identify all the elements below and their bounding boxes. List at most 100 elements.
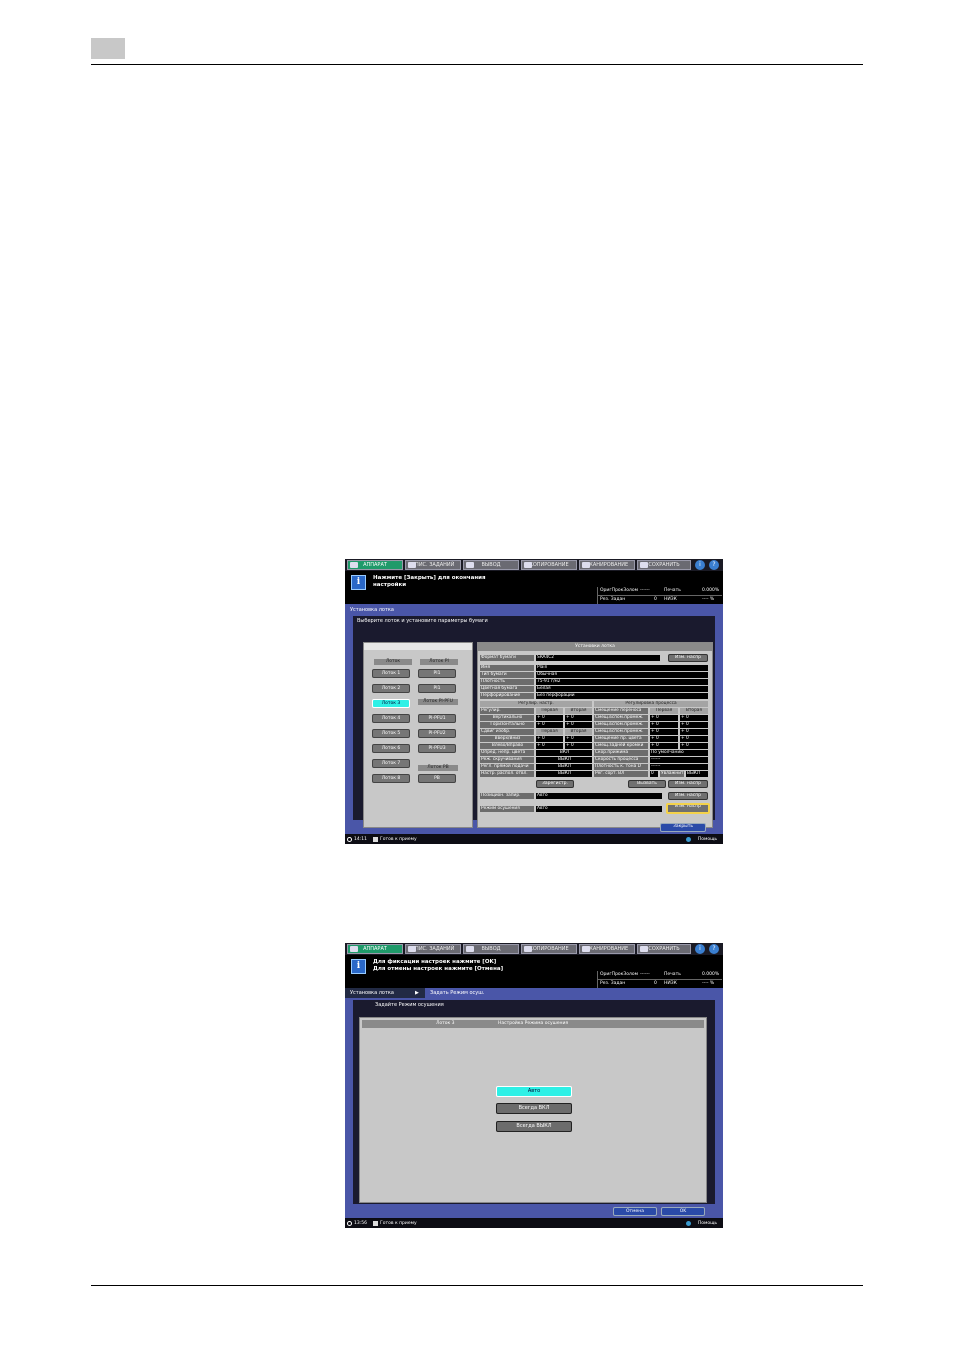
- tab-output[interactable]: ВЫВОД: [463, 560, 519, 570]
- chapter-marker: [91, 38, 125, 59]
- clock-icon: [347, 1221, 352, 1226]
- tray-selection-panel: Лоток Лоток PI Лоток 1 Лоток 2 Лоток 3 Л…: [363, 642, 473, 828]
- registration-row: Горизонтально + 0 + 0: [480, 722, 592, 728]
- copy-icon: [524, 562, 532, 568]
- info-icon: i: [351, 959, 366, 974]
- status-bar: 14:11 Готов к приему Помощь: [345, 835, 723, 844]
- drying-always-off-option[interactable]: Всегда ВЫКЛ: [496, 1121, 572, 1132]
- counter-row: ОригПрокЗолом ------ Печать 0.000%: [598, 971, 722, 980]
- tab-store[interactable]: СОХРАНИТЬ: [637, 560, 691, 570]
- tray-panel-header: [364, 643, 472, 650]
- message-area: i Нажмите [Закрыть] для окончания настро…: [345, 571, 723, 615]
- lock-position-row: Позицион. запир. Авто: [480, 793, 664, 799]
- option-row: Регл. прямой подачи ВЫКЛ: [480, 764, 592, 770]
- field-row: Цветная бумага Белая: [480, 686, 708, 692]
- change-process-button[interactable]: Изм. наспр: [668, 780, 708, 788]
- tab-store[interactable]: СОХРАНИТЬ: [637, 944, 691, 954]
- close-button[interactable]: Закрыть: [660, 823, 706, 832]
- tray-7-button[interactable]: Лоток 7: [372, 759, 410, 768]
- footer-rule: [91, 1285, 863, 1286]
- tray-6-button[interactable]: Лоток 6: [372, 744, 410, 753]
- tab-scan[interactable]: СКАНИРОВАНИЕ: [579, 944, 635, 954]
- change-paper-size-button[interactable]: Изм. наспр: [668, 654, 708, 662]
- tray-5-button[interactable]: Лоток 5: [372, 729, 410, 738]
- tab-copy[interactable]: КОПИРОВАНИЕ: [521, 560, 577, 570]
- list-icon: [408, 562, 416, 568]
- instruction-text: Задайте Режим осушения: [375, 1002, 444, 1008]
- tab-output[interactable]: ВЫВОД: [463, 944, 519, 954]
- list-icon: [408, 946, 416, 952]
- drying-mode-row: Режим осушения Авто: [480, 806, 664, 812]
- pi-pfu1-button[interactable]: PI-PFU1: [418, 714, 456, 723]
- field-row: Тип бумаги Обычная: [480, 672, 708, 678]
- status-bar: 13:56 Готов к приему Помощь: [345, 1219, 723, 1228]
- screenshot-tray-setup: АППАРАТ СПИС. ЗАДАНИЙ ВЫВОД КОПИРОВАНИЕ …: [345, 559, 723, 844]
- breadcrumb-current: Задать Режим осуш.: [425, 988, 505, 998]
- breadcrumb-first[interactable]: Установка лотка ▶: [345, 988, 425, 998]
- tray-3-button[interactable]: Лоток 3: [372, 699, 410, 708]
- frame-title: Установка лотка: [350, 607, 394, 613]
- tab-job-list[interactable]: СПИС. ЗАДАНИЙ: [405, 944, 461, 954]
- help-link[interactable]: Помощь: [698, 1219, 717, 1228]
- top-tab-bar: АППАРАТ СПИС. ЗАДАНИЙ ВЫВОД КОПИРОВАНИЕ …: [345, 943, 723, 955]
- registration-header: Регулир. настр.: [480, 701, 592, 707]
- output-icon: [466, 946, 474, 952]
- ok-button[interactable]: OK: [661, 1207, 705, 1216]
- tray-4-button[interactable]: Лоток 4: [372, 714, 410, 723]
- process-header: Регулировка процесса: [594, 701, 708, 707]
- process-row: Смещ.задней кромки + 0 + 0: [594, 743, 708, 749]
- printer-icon: [373, 1221, 378, 1226]
- tab-copy[interactable]: КОПИРОВАНИЕ: [521, 944, 577, 954]
- pi1-upper-button[interactable]: PI1: [418, 669, 456, 678]
- tab-job-list[interactable]: СПИС. ЗАДАНИЙ: [405, 560, 461, 570]
- store-icon: [640, 946, 648, 952]
- status-text: Готов к приему: [380, 837, 417, 842]
- cancel-button[interactable]: Отмена: [613, 1207, 657, 1216]
- pi-pfu3-button[interactable]: PI-PFU3: [418, 744, 456, 753]
- process-option-row: Плотность к. тона D ------: [594, 764, 708, 770]
- recall-button[interactable]: Вызвать: [628, 780, 666, 788]
- info-round-icon[interactable]: i: [695, 944, 705, 954]
- status-text: Готов к приему: [380, 1221, 417, 1226]
- pi-column-header: Лоток PI: [420, 659, 458, 665]
- process-row: Смещ.вспом.промеж. + 0 + 0: [594, 715, 708, 721]
- paper-size-row: Формат бумаги SRA4C2: [480, 655, 660, 661]
- pb-tray-button[interactable]: PB: [418, 774, 456, 783]
- tab-machine[interactable]: АППАРАТ: [347, 560, 403, 570]
- registration-row: Вертикально + 0 + 0: [480, 715, 592, 721]
- output-icon: [466, 562, 474, 568]
- help-round-icon[interactable]: ?: [709, 560, 719, 570]
- tray-8-button[interactable]: Лоток 8: [372, 774, 410, 783]
- tray-1-button[interactable]: Лоток 1: [372, 669, 410, 678]
- registration-subheader: Регулир. Первая Вторая: [480, 708, 592, 714]
- help-link[interactable]: Помощь: [698, 835, 717, 844]
- tab-scan[interactable]: СКАНИРОВАНИЕ: [579, 560, 635, 570]
- breadcrumb-arrow-icon: ▶: [415, 990, 419, 996]
- field-row: Плотность 75-91 г/м2: [480, 679, 708, 685]
- register-button[interactable]: Зарегистр.: [536, 780, 574, 788]
- pi1-lower-button[interactable]: PI1: [418, 684, 456, 693]
- info-round-icon[interactable]: i: [695, 560, 705, 570]
- pi-pfu2-button[interactable]: PI-PFU2: [418, 729, 456, 738]
- scan-icon: [582, 946, 590, 952]
- drying-mode-panel: Лоток 3 Настройка Режима осушения Авто В…: [359, 1017, 707, 1203]
- drying-auto-option[interactable]: Авто: [496, 1086, 572, 1097]
- help-round-icon[interactable]: ?: [709, 944, 719, 954]
- counter-row: ОригПрокЗолом ------ Печать 0.000%: [598, 587, 722, 596]
- process-row: Смещ.вспом.промеж. + 0 + 0: [594, 729, 708, 735]
- field-row: Перфорирование Без перфорации: [480, 693, 708, 699]
- printer-icon: [373, 837, 378, 842]
- option-row: Настр. распол. отвл. ВЫКЛ: [480, 771, 592, 777]
- scan-icon: [582, 562, 590, 568]
- header-rule: [91, 64, 863, 65]
- tray-2-button[interactable]: Лоток 2: [372, 684, 410, 693]
- image-shift-row: Влево/Вправо + 0 + 0: [480, 743, 592, 749]
- screenshot-drying-mode: АППАРАТ СПИС. ЗАДАНИЙ ВЫВОД КОПИРОВАНИЕ …: [345, 943, 723, 1228]
- change-drying-mode-button[interactable]: Изм. наспр: [666, 803, 710, 814]
- tab-machine[interactable]: АППАРАТ: [347, 944, 403, 954]
- machine-icon: [350, 946, 358, 952]
- drying-always-on-option[interactable]: Всегда ВКЛ: [496, 1103, 572, 1114]
- main-frame: Установка лотка Выберите лоток и установ…: [345, 604, 723, 834]
- change-lock-position-button[interactable]: Изм. наспр: [668, 792, 708, 800]
- help-icon: [686, 1221, 691, 1226]
